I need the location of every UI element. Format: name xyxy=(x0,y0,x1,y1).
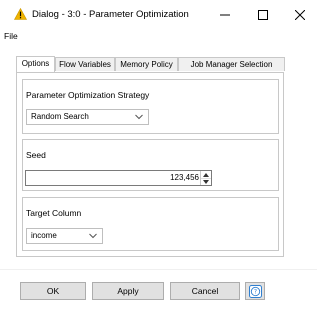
button-bar-divider xyxy=(0,269,317,270)
maximize-icon xyxy=(258,10,268,20)
menu-file[interactable]: File xyxy=(4,31,18,41)
seed-spinner[interactable]: 123,456 xyxy=(25,170,212,186)
warning-icon xyxy=(14,8,27,20)
triangle-down-icon xyxy=(203,179,209,184)
tab-memory-policy[interactable]: Memory Policy xyxy=(115,57,178,71)
chevron-down-icon xyxy=(89,233,97,239)
tab-job-manager-selection[interactable]: Job Manager Selection xyxy=(178,57,285,71)
help-icon: ? xyxy=(248,284,262,298)
tab-bar: Options Flow Variables Memory Policy Job… xyxy=(16,56,285,72)
chevron-down-icon xyxy=(135,114,143,120)
strategy-section: Parameter Optimization Strategy Random S… xyxy=(22,79,279,134)
target-column-label: Target Column xyxy=(26,208,82,218)
apply-button[interactable]: Apply xyxy=(92,282,164,300)
strategy-dropdown[interactable]: Random Search xyxy=(26,109,149,125)
strategy-selected: Random Search xyxy=(31,112,89,121)
minimize-button[interactable] xyxy=(208,0,242,30)
seed-label: Seed xyxy=(26,150,46,160)
minimize-icon xyxy=(220,14,230,16)
target-column-section: Target Column income xyxy=(22,197,279,251)
target-column-selected: income xyxy=(31,231,57,240)
spin-down-button[interactable] xyxy=(201,178,211,185)
seed-value: 123,456 xyxy=(170,173,199,182)
cancel-button[interactable]: Cancel xyxy=(170,282,240,300)
help-button[interactable]: ? xyxy=(245,282,265,300)
strategy-label: Parameter Optimization Strategy xyxy=(26,90,150,100)
seed-section: Seed 123,456 xyxy=(22,139,279,191)
tab-flow-variables[interactable]: Flow Variables xyxy=(55,57,115,71)
seed-spin-buttons xyxy=(200,171,211,185)
menu-bar: File xyxy=(0,29,317,44)
options-panel: Parameter Optimization Strategy Random S… xyxy=(16,72,284,257)
tab-options[interactable]: Options xyxy=(16,56,55,72)
title-bar: Dialog - 3:0 - Parameter Optimization xyxy=(0,0,317,30)
close-button[interactable] xyxy=(283,0,317,30)
triangle-up-icon xyxy=(203,172,209,177)
maximize-button[interactable] xyxy=(246,0,280,30)
close-icon xyxy=(295,10,305,20)
window-title: Dialog - 3:0 - Parameter Optimization xyxy=(32,9,189,20)
svg-text:?: ? xyxy=(253,288,256,295)
ok-button[interactable]: OK xyxy=(20,282,86,300)
target-column-dropdown[interactable]: income xyxy=(26,228,103,244)
